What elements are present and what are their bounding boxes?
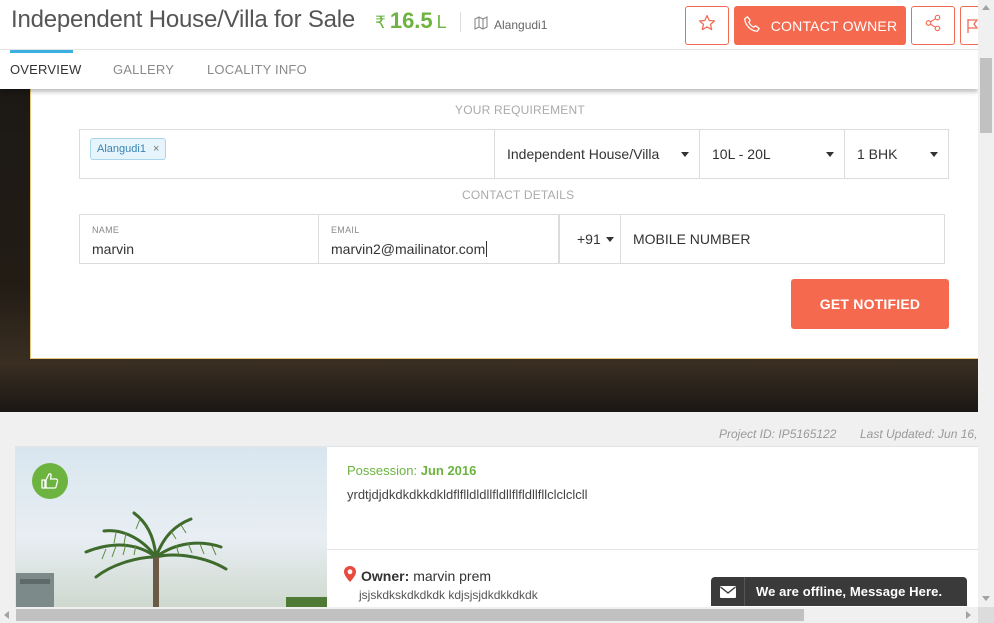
country-code-select[interactable]: +91	[559, 214, 621, 264]
possession-label: Possession:	[347, 463, 418, 478]
scroll-right-arrow-icon[interactable]	[966, 611, 971, 619]
location-label: Alangudi1	[494, 17, 548, 32]
thumbs-up-icon	[32, 463, 68, 499]
property-type-select[interactable]: Independent House/Villa	[495, 130, 700, 178]
location-pin-icon	[343, 565, 357, 586]
horizontal-scroll-thumb[interactable]	[16, 609, 804, 621]
scroll-down-arrow-icon[interactable]	[982, 596, 990, 601]
requirement-row: Alangudi1 × Independent House/Villa 10L …	[79, 129, 949, 179]
requirement-heading: YOUR REQUIREMENT	[455, 103, 585, 117]
mobile-number-field[interactable]: MOBILE NUMBER	[621, 214, 945, 264]
divider	[460, 12, 461, 32]
caret-down-icon	[606, 237, 614, 242]
requirement-form: YOUR REQUIREMENT Alangudi1 × Independent…	[30, 84, 978, 359]
star-icon	[698, 14, 716, 37]
contact-row: NAME marvin EMAIL marvin2@mailinator.com…	[79, 214, 945, 264]
property-description: yrdtjdjdkdkdkkdkldflflldldllfldllflfldll…	[347, 487, 588, 502]
location-tag-label: Alangudi1	[97, 143, 146, 155]
scroll-up-arrow-icon[interactable]	[982, 5, 990, 10]
share-button[interactable]	[911, 6, 955, 45]
budget-value: 10L - 20L	[712, 146, 771, 162]
get-notified-button[interactable]: GET NOTIFIED	[791, 279, 949, 329]
tab-bar: OVERVIEW GALLERY LOCALITY INFO	[0, 50, 978, 89]
name-field[interactable]: NAME marvin	[79, 214, 319, 264]
mobile-placeholder: MOBILE NUMBER	[633, 231, 751, 247]
scroll-left-arrow-icon[interactable]	[4, 611, 9, 619]
caret-down-icon	[930, 152, 938, 157]
shortlist-button[interactable]	[685, 6, 729, 45]
email-label: EMAIL	[331, 225, 360, 235]
location[interactable]: Alangudi1	[474, 16, 547, 33]
caret-down-icon	[826, 152, 834, 157]
price-value: 16.5	[389, 8, 433, 33]
location-tag[interactable]: Alangudi1 ×	[90, 138, 167, 160]
share-icon	[924, 14, 942, 37]
name-label: NAME	[92, 225, 120, 235]
chat-widget[interactable]: We are offline, Message Here.	[711, 577, 967, 606]
envelope-icon	[711, 577, 745, 606]
tab-gallery[interactable]: GALLERY	[113, 62, 174, 77]
scrollbar-corner	[978, 607, 994, 623]
text-cursor	[486, 241, 488, 257]
email-field[interactable]: EMAIL marvin2@mailinator.com	[319, 214, 559, 264]
price: ₹16.5 L	[375, 8, 447, 34]
page-title: Independent House/Villa for Sale	[11, 6, 356, 33]
tab-locality-info[interactable]: LOCALITY INFO	[207, 62, 307, 77]
flag-icon	[961, 19, 978, 44]
active-tab-indicator	[10, 50, 73, 53]
tab-overview[interactable]: OVERVIEW	[10, 62, 81, 77]
vertical-scrollbar[interactable]	[978, 0, 994, 607]
name-value: marvin	[92, 241, 135, 257]
country-code-value: +91	[577, 231, 601, 247]
property-photo[interactable]	[16, 447, 327, 610]
remove-tag-icon[interactable]: ×	[153, 143, 159, 155]
contact-heading: CONTACT DETAILS	[462, 188, 575, 202]
email-value: marvin2@mailinator.com	[331, 241, 486, 257]
property-type-value: Independent House/Villa	[507, 146, 660, 162]
location-tags-input[interactable]: Alangudi1 ×	[80, 130, 495, 178]
project-id: Project ID: IP5165122	[719, 427, 837, 441]
owner-name: marvin prem	[413, 567, 492, 584]
map-icon	[474, 16, 488, 33]
contact-owner-label: CONTACT OWNER	[770, 17, 898, 34]
possession-info: Possession: Jun 2016	[347, 463, 476, 478]
budget-select[interactable]: 10L - 20L	[700, 130, 845, 178]
divider	[327, 549, 978, 550]
property-header: Independent House/Villa for Sale ₹16.5 L …	[0, 0, 978, 50]
hero-banner: YOUR REQUIREMENT Alangudi1 × Independent…	[0, 84, 978, 412]
caret-down-icon	[681, 152, 689, 157]
report-button[interactable]	[960, 6, 978, 45]
chat-label: We are offline, Message Here.	[756, 584, 943, 599]
possession-value: Jun 2016	[420, 463, 477, 478]
contact-owner-button[interactable]: CONTACT OWNER	[734, 6, 906, 45]
email-input-text: marvin2@mailinator.com	[331, 241, 488, 257]
phone-icon	[743, 15, 761, 36]
last-updated: Last Updated: Jun 16,	[860, 427, 978, 441]
price-unit: L	[436, 12, 447, 32]
owner-info: Owner: marvin prem	[343, 565, 491, 586]
vertical-scroll-thumb[interactable]	[980, 58, 992, 133]
owner-description: jsjskdkskdkdkdk kdjsjsjdkdkkdkdk	[359, 588, 538, 602]
horizontal-scrollbar[interactable]	[0, 607, 994, 623]
bedrooms-select[interactable]: 1 BHK	[845, 130, 948, 178]
bedrooms-value: 1 BHK	[857, 146, 898, 162]
rupee-symbol: ₹	[375, 13, 386, 32]
owner-label: Owner:	[361, 567, 410, 584]
